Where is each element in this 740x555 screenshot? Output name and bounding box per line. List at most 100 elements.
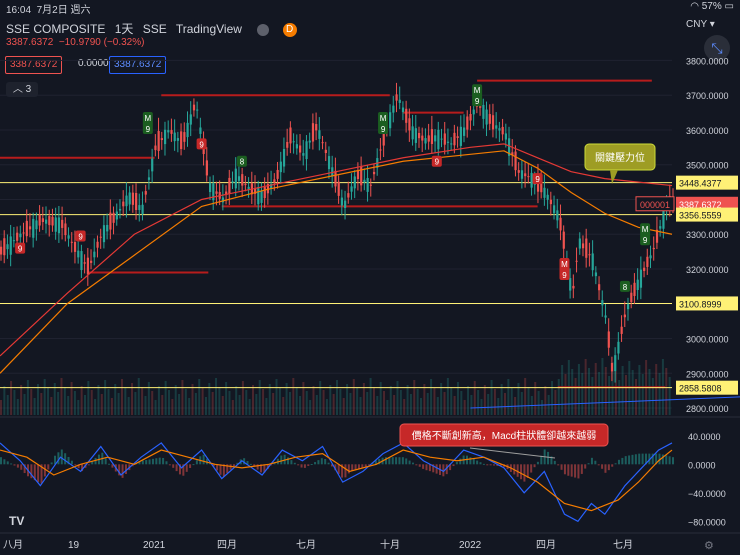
candle-body — [199, 127, 202, 134]
macd-bar — [141, 460, 144, 465]
volume-bar — [641, 374, 644, 415]
candle-body — [41, 218, 44, 222]
volume-bar — [191, 384, 194, 415]
candle-body — [504, 133, 508, 140]
candle-body — [347, 193, 350, 198]
macd-bar — [16, 464, 19, 468]
macd-bar — [121, 464, 124, 478]
candle-body — [437, 129, 440, 150]
candle-body — [491, 115, 495, 130]
key-resistance-callout-text: 關鍵壓力位 — [595, 151, 645, 164]
volume-bar — [0, 400, 2, 415]
candle-body — [639, 269, 643, 288]
time-tick-label: 19 — [68, 540, 80, 551]
volume-bar — [161, 395, 164, 415]
volume-bar — [168, 390, 170, 415]
signal-marker-label: 9 — [199, 140, 204, 149]
candle-body — [434, 135, 437, 142]
candle-body — [321, 142, 324, 144]
candle-body — [421, 135, 424, 141]
candle-body — [372, 171, 376, 175]
signal-marker-label: 9 — [562, 271, 567, 280]
candle-body — [138, 205, 141, 211]
candle-body — [363, 179, 366, 183]
candle-body — [588, 254, 591, 256]
volume-bar — [504, 393, 506, 415]
volume-bar — [551, 381, 554, 415]
candle-body — [122, 201, 125, 207]
macd-bar — [425, 464, 428, 471]
macd-bar — [638, 453, 641, 465]
candle-body — [607, 331, 610, 348]
macd-bar — [520, 464, 523, 480]
candle-body — [64, 223, 67, 236]
candle-body — [135, 192, 138, 210]
candle-body — [192, 104, 196, 111]
macd-bar — [422, 464, 425, 469]
volume-bar — [211, 392, 214, 415]
candle-body — [366, 177, 369, 192]
volume-bar — [181, 380, 184, 415]
time-tick-label: 2022 — [459, 540, 482, 551]
volume-bar — [433, 388, 436, 415]
volume-bar — [26, 380, 29, 415]
volume-bar — [40, 393, 43, 415]
volume-bar — [268, 384, 271, 415]
candle-body — [16, 232, 19, 241]
gear-icon[interactable]: ⚙ — [704, 539, 714, 552]
volume-bar — [60, 378, 63, 415]
macd-bar — [297, 464, 300, 466]
candle-body — [228, 177, 231, 194]
price-tick-label: 3200.0000 — [686, 265, 729, 275]
volume-bar — [581, 373, 584, 415]
candle-body — [405, 108, 408, 123]
macd-bar — [553, 460, 556, 465]
volume-bar — [443, 392, 446, 415]
volume-bar — [349, 393, 352, 415]
candle-body — [35, 220, 38, 230]
signal-marker-label: M — [474, 86, 481, 95]
macd-bar — [405, 458, 408, 465]
volume-bar — [6, 395, 9, 415]
volume-bar — [57, 392, 60, 415]
volume-bar — [655, 364, 658, 415]
price-tick-label: 3300.0000 — [686, 230, 729, 240]
macd-bar — [563, 464, 566, 475]
volume-bar — [309, 400, 312, 415]
volume-bar — [336, 380, 338, 415]
candle-body — [514, 151, 517, 171]
price-chart[interactable]: 9 9 M 9 9 8 M 9 9 M 9 9 M 9 8 M 9 3800.0000 3700.0000 3600.… — [0, 0, 740, 555]
candle-body — [118, 208, 122, 211]
candles — [0, 82, 675, 383]
macd-bar — [151, 458, 154, 465]
candle-body — [598, 284, 601, 291]
volume-bar — [510, 388, 513, 415]
candle-body — [485, 109, 488, 125]
macd-bar — [185, 464, 188, 472]
volume-bar — [604, 367, 607, 415]
volume-bar — [225, 382, 228, 415]
macd-bar — [233, 464, 236, 467]
volume-bar — [204, 397, 207, 415]
candle-body — [308, 140, 311, 143]
macd-bar — [307, 464, 310, 466]
candle-body — [559, 217, 562, 231]
volume-bar — [278, 388, 281, 415]
candle-body — [86, 257, 90, 275]
volume-bar — [540, 400, 543, 415]
tradingview-logo-icon[interactable]: TV — [9, 514, 24, 528]
volume-bar — [80, 386, 83, 415]
candle-body — [401, 107, 405, 113]
volume-bar — [315, 395, 318, 415]
candle-body — [234, 168, 237, 189]
volume-bar — [618, 380, 621, 415]
volume-bar — [635, 379, 638, 415]
volume-bar — [376, 396, 379, 415]
volume-bar — [453, 396, 456, 415]
volume-bar — [631, 370, 634, 415]
volume-bar — [369, 378, 372, 415]
volume-bar — [463, 400, 466, 415]
time-tick-label: 八月 — [3, 539, 23, 551]
candle-body — [196, 109, 199, 111]
volume-bar — [467, 386, 470, 415]
